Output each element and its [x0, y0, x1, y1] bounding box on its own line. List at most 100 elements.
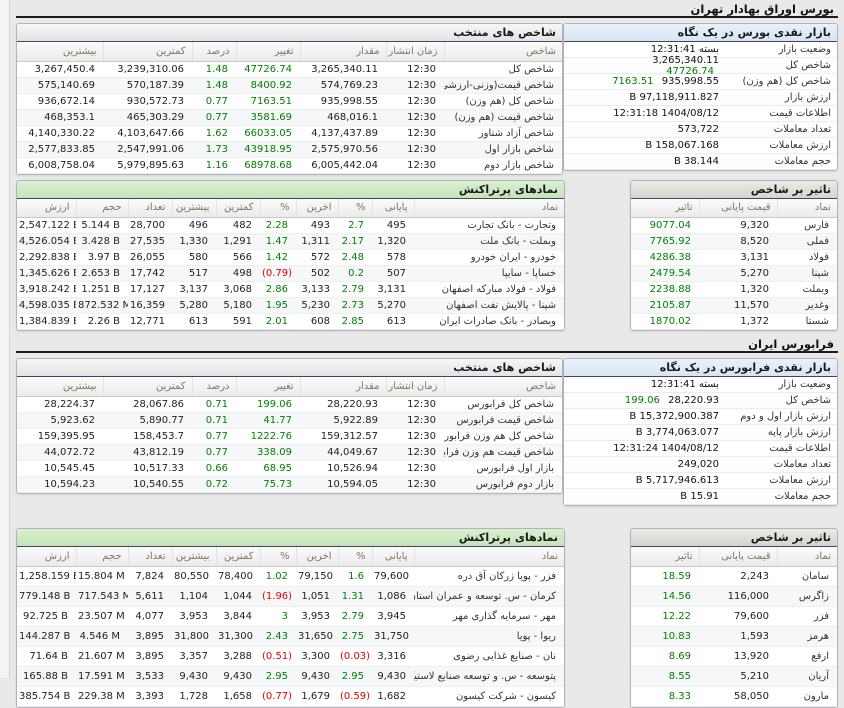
- symbol-row[interactable]: وبصادر - بانک صادرات ایران 613 2.85 608 …: [17, 314, 564, 330]
- glance-row[interactable]: تعداد معاملات 249,020: [564, 457, 837, 473]
- bourse-top-row: بازار نقدی بورس در یک نگاه وضعیت بازار ب…: [16, 23, 838, 175]
- col-low[interactable]: کمترین: [103, 42, 192, 61]
- col-publish-time[interactable]: زمان انتشار: [386, 42, 444, 61]
- index-row[interactable]: شاخص قیمت (هم وزن) 12:30 468,016.1 3581.…: [16, 109, 562, 125]
- symbol-volume: 3.428 B: [76, 234, 128, 250]
- symbol-row[interactable]: فزر - پویا زرکان آق دره 79,600 1.6 79,15…: [17, 566, 564, 586]
- col-change[interactable]: تغییر: [236, 42, 300, 61]
- col-low[interactable]: کمترین: [103, 377, 192, 396]
- glance-row[interactable]: ارزش بازار 97,118,911.827 B: [564, 90, 837, 106]
- col-close-pct[interactable]: %: [338, 199, 372, 218]
- index-row[interactable]: شاخص کل فرابورس 12:30 28,220.93 199.06 0…: [16, 396, 562, 412]
- impact-row[interactable]: سامان 2,243 18.59: [631, 566, 837, 586]
- glance-row[interactable]: شاخص کل 28,220.93 199.06: [564, 393, 837, 409]
- col-volume[interactable]: حجم: [76, 199, 128, 218]
- col-close-price[interactable]: قیمت پایانی: [699, 199, 777, 218]
- index-row[interactable]: شاخص قیمت(وزنی-ارزشی) 12:30 574,769.23 8…: [16, 77, 562, 93]
- impact-row[interactable]: فملی 8,520 7765.92: [631, 234, 837, 250]
- col-close-pct[interactable]: %: [338, 547, 372, 566]
- col-percent[interactable]: درصد: [192, 377, 236, 396]
- symbol-row[interactable]: شپنا - پالایش نفت اصفهان 5,270 2.73 5,23…: [17, 298, 564, 314]
- index-row[interactable]: بازار اول فرابورس 12:30 10,526.94 68.95 …: [16, 460, 562, 476]
- impact-row[interactable]: وبملت 1,320 2238.88: [631, 282, 837, 298]
- col-last[interactable]: اخرین: [296, 547, 338, 566]
- col-volume[interactable]: حجم: [76, 547, 128, 566]
- glance-row[interactable]: حجم معاملات 38.144 B: [564, 154, 837, 170]
- glance-row[interactable]: تعداد معاملات 573,722: [564, 122, 837, 138]
- col-low[interactable]: کمترین: [216, 547, 260, 566]
- col-value[interactable]: مقدار: [300, 377, 386, 396]
- impact-row[interactable]: هرمز 1,593 10.83: [631, 626, 837, 646]
- col-last-pct[interactable]: %: [260, 199, 296, 218]
- col-publish-time[interactable]: زمان انتشار: [386, 377, 444, 396]
- col-symbol[interactable]: نماد: [777, 199, 837, 218]
- glance-row[interactable]: شاخص کل (هم وزن) 935,998.55 7163.51: [564, 74, 837, 90]
- index-row[interactable]: شاخص کل 12:30 3,265,340.11 47726.74 1.48…: [16, 61, 562, 77]
- symbol-row[interactable]: وتجارت - بانک تجارت 495 2.7 493 2.28 482…: [17, 218, 564, 234]
- impact-row[interactable]: فزر 79,600 12.22: [631, 606, 837, 626]
- col-percent[interactable]: درصد: [192, 42, 236, 61]
- col-impact[interactable]: تاثیر: [631, 547, 699, 566]
- col-high[interactable]: بیشترین: [172, 199, 216, 218]
- glance-row[interactable]: حجم معاملات 15.91 B: [564, 489, 837, 505]
- col-value[interactable]: ارزش: [17, 547, 76, 566]
- col-count[interactable]: تعداد: [128, 199, 172, 218]
- col-impact[interactable]: تاثیر: [631, 199, 699, 218]
- symbol-row[interactable]: مهر - سرمایه گذاری مهر 3,945 2.79 3,953 …: [17, 606, 564, 626]
- col-high[interactable]: بیشترین: [172, 547, 216, 566]
- col-low[interactable]: کمترین: [216, 199, 260, 218]
- symbol-row[interactable]: نان - صنایع غذایی رضوی 3,316 (0.03) 3,30…: [17, 646, 564, 666]
- col-index-name[interactable]: شاخص: [444, 42, 562, 61]
- symbol-row[interactable]: کیسون - شرکت کیسون 1,682 (0.59) 1,679 (0…: [17, 686, 564, 706]
- glance-row[interactable]: ارزش معاملات 158,067.168 B: [564, 138, 837, 154]
- impact-row[interactable]: ارفع 13,920 8.69: [631, 646, 837, 666]
- col-symbol[interactable]: نماد: [777, 547, 837, 566]
- index-row[interactable]: شاخص بازار دوم 12:30 6,005,442.04 68978.…: [16, 157, 562, 173]
- col-last-pct[interactable]: %: [260, 547, 296, 566]
- impact-row[interactable]: وغدیر 11,570 2105.87: [631, 298, 837, 314]
- glance-row[interactable]: شاخص کل 3,265,340.11 47726.74: [564, 58, 837, 74]
- impact-row[interactable]: زاگرس 116,000 14.56: [631, 586, 837, 606]
- symbol-row[interactable]: وبملت - بانک ملت 1,320 2.17 1,311 1.47 1…: [17, 234, 564, 250]
- col-index-name[interactable]: شاخص: [444, 377, 562, 396]
- col-symbol[interactable]: نماد: [414, 547, 564, 566]
- glance-row[interactable]: وضعیت بازار بسته 12:31:41: [564, 377, 837, 393]
- impact-row[interactable]: فولاد 3,131 4286.38: [631, 250, 837, 266]
- symbol-row[interactable]: خساپا - سایپا 507 0.2 502 (0.79) 498 517…: [17, 266, 564, 282]
- glance-row[interactable]: ارزش بازار پایه 3,774,063.077 B: [564, 425, 837, 441]
- index-row[interactable]: شاخص کل (هم وزن) 12:30 935,998.55 7163.5…: [16, 93, 562, 109]
- symbol-row[interactable]: فولاد - فولاد مبارکه اصفهان 3,131 2.79 3…: [17, 282, 564, 298]
- glance-row[interactable]: اطلاعات قیمت 1404/08/12 12:31:18: [564, 106, 837, 122]
- col-value[interactable]: ارزش: [17, 199, 76, 218]
- symbol-row[interactable]: پتوسعه - س. و توسعه صنایع لاستیک 9,430 2…: [17, 666, 564, 686]
- glance-value-cell: بسته 12:31:41: [570, 44, 719, 55]
- col-high[interactable]: بیشترین: [16, 377, 103, 396]
- index-row[interactable]: شاخص بازار اول 12:30 2,575,970.56 43918.…: [16, 141, 562, 157]
- symbol-row[interactable]: ریوا - پویا 31,750 2.75 31,650 2.43 31,3…: [17, 626, 564, 646]
- col-count[interactable]: تعداد: [128, 547, 172, 566]
- glance-row[interactable]: اطلاعات قیمت 1404/08/12 12:31:24: [564, 441, 837, 457]
- col-last[interactable]: اخرین: [296, 199, 338, 218]
- impact-row[interactable]: شپنا 5,270 2479.54: [631, 266, 837, 282]
- symbol-row[interactable]: خودرو - ایران خودرو 578 2.48 572 1.42 56…: [17, 250, 564, 266]
- glance-row[interactable]: ارزش بازار اول و دوم 15,372,900.387 B: [564, 409, 837, 425]
- index-row[interactable]: شاخص کل هم وزن فرابورس 12:30 159,312.57 …: [16, 428, 562, 444]
- index-row[interactable]: بازار دوم فرابورس 12:30 10,594.05 75.73 …: [16, 476, 562, 492]
- impact-row[interactable]: آریان 5,210 8.55: [631, 666, 837, 686]
- col-close[interactable]: پایانی: [372, 547, 414, 566]
- impact-row[interactable]: فارس 9,320 9077.04: [631, 218, 837, 234]
- col-value[interactable]: مقدار: [300, 42, 386, 61]
- col-change[interactable]: تغییر: [236, 377, 300, 396]
- index-row[interactable]: شاخص آزاد شناور 12:30 4,137,437.89 66033…: [16, 125, 562, 141]
- impact-symbol: هرمز: [777, 626, 837, 646]
- index-row[interactable]: شاخص قیمت فرابورس 12:30 5,922.89 41.77 0…: [16, 412, 562, 428]
- index-row[interactable]: شاخص قیمت هم وزن فرابو... 12:30 44,049.6…: [16, 444, 562, 460]
- glance-row[interactable]: ارزش معاملات 5,717,946.613 B: [564, 473, 837, 489]
- col-symbol[interactable]: نماد: [414, 199, 564, 218]
- col-close[interactable]: پایانی: [372, 199, 414, 218]
- col-close-price[interactable]: قیمت پایانی: [699, 547, 777, 566]
- col-high[interactable]: بیشترین: [16, 42, 103, 61]
- symbol-row[interactable]: کرمان - س. توسعه و عمران استان کرمان 1,0…: [17, 586, 564, 606]
- impact-row[interactable]: شستا 1,372 1870.02: [631, 314, 837, 330]
- impact-row[interactable]: مارون 58,050 8.33: [631, 686, 837, 706]
